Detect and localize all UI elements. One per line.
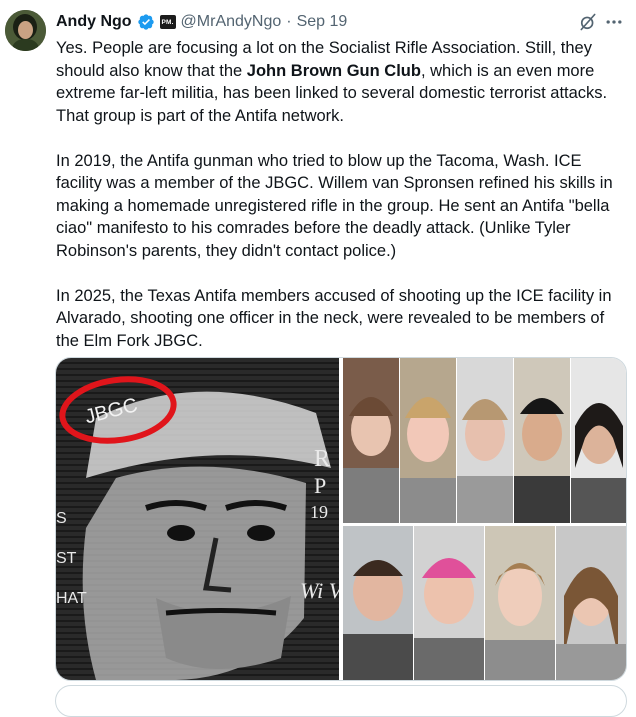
mural-right-line-2: P <box>314 473 326 498</box>
mugshot-5 <box>571 358 626 523</box>
grok-icon[interactable] <box>578 12 598 32</box>
mural-signature: Wi Von <box>300 578 339 603</box>
more-dots <box>606 20 622 24</box>
mugshot-2 <box>400 358 456 523</box>
tweet-media[interactable]: JBGC R P 19 S ST HAT Wi Von <box>55 357 627 681</box>
author-name[interactable]: Andy Ngo <box>56 13 132 31</box>
verified-badge-icon[interactable] <box>137 13 155 31</box>
tweet-paragraph-3: In 2025, the Texas Antifa members accuse… <box>56 286 612 350</box>
mural-right-line-3: 19 <box>310 502 328 522</box>
mugshot-4 <box>514 358 570 523</box>
tweet-date[interactable]: Sep 19 <box>297 13 348 31</box>
affiliate-badge[interactable]: PM. <box>159 15 176 29</box>
quoted-post-card[interactable] <box>55 685 627 717</box>
tweet-paragraph-2: In 2019, the Antifa gunman who tried to … <box>56 151 613 260</box>
tweet-text: Yes. People are focusing a lot on the So… <box>56 37 628 375</box>
mural-left-line-2: ST <box>56 550 77 567</box>
mugshot-8 <box>485 526 555 680</box>
author-handle[interactable]: @MrAndyNgo <box>181 13 282 31</box>
header-separator: · <box>286 13 292 30</box>
mugshot-9 <box>556 526 626 680</box>
avatar-image <box>5 10 46 51</box>
mugshot-3 <box>457 358 513 523</box>
tweet-header: Andy Ngo PM. @MrAndyNgo · Sep 19 <box>56 11 347 33</box>
more-icon[interactable] <box>602 10 626 34</box>
bold-org-name: John Brown Gun Club <box>246 61 421 80</box>
mugshot-collage[interactable] <box>343 358 626 680</box>
author-avatar[interactable] <box>5 10 46 51</box>
tweet-paragraph-1: Yes. People are focusing a lot on the So… <box>56 37 628 127</box>
mugshot-1 <box>343 358 399 523</box>
mugshot-6 <box>343 526 413 680</box>
mural-right-line-1: R <box>314 446 330 472</box>
mural-left-line-3: HAT <box>56 590 87 607</box>
mugshot-7 <box>414 526 484 680</box>
mural-left-line-1: S <box>56 510 67 527</box>
mural-photo[interactable]: JBGC R P 19 S ST HAT Wi Von <box>56 358 339 680</box>
